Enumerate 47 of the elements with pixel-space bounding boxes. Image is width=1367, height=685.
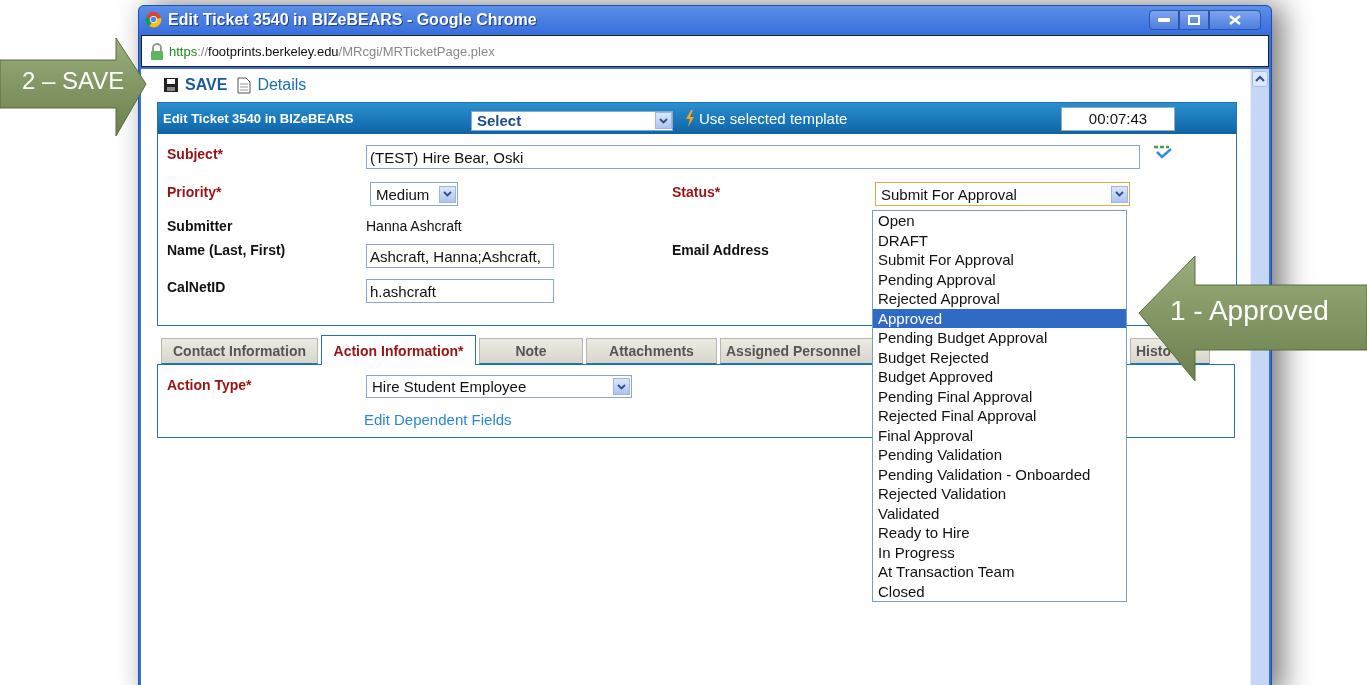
template-link[interactable]: Use selected template — [699, 110, 848, 127]
tab[interactable]: Attachments — [586, 338, 717, 364]
tab[interactable]: Contact Information — [161, 338, 318, 364]
lightning-icon — [685, 110, 695, 127]
template-select[interactable]: Select — [471, 110, 673, 131]
window-title: Edit Ticket 3540 in BIZeBEARS - Google Chrome — [168, 10, 538, 29]
field-label: Priority* — [167, 183, 223, 200]
field-label: Name (Last, First) — [167, 241, 287, 258]
maximize-icon — [1188, 14, 1200, 25]
url-text[interactable]: https://footprints.berkeley.edu/MRcgi/MRTicketPage.plex — [169, 43, 495, 59]
submitter-value: Hanna Ashcraft — [366, 217, 463, 234]
caret-icon — [439, 185, 456, 203]
tab[interactable]: Note — [479, 338, 583, 364]
callout-label: 1 - Approved — [1170, 295, 1329, 327]
subject-field[interactable]: (TEST) Hire Bear, Oski — [366, 145, 1140, 169]
status-select[interactable]: Submit For Approval — [875, 182, 1130, 206]
callout-label: 2 – SAVE — [22, 67, 125, 95]
caret-icon — [613, 378, 630, 395]
document-icon — [237, 76, 252, 94]
browser-logo-icon — [145, 11, 162, 28]
close-icon — [1229, 14, 1241, 25]
action-type-select[interactable]: Hire Student Employee — [366, 375, 632, 398]
caret-icon — [1111, 185, 1128, 203]
name-field[interactable]: Ashcraft, Hanna;Ashcraft, — [366, 244, 554, 268]
edit-fields-link[interactable]: Edit Dependent Fields — [364, 411, 512, 428]
maximize-button[interactable] — [1179, 9, 1209, 30]
spell-check-icon — [1152, 145, 1172, 159]
field-label: Submitter — [167, 217, 234, 234]
dropdown-option[interactable]: Approved — [873, 308, 1126, 328]
minimize-button[interactable] — [1149, 9, 1179, 30]
priority-select[interactable]: Medium — [370, 182, 458, 206]
field-label: Status* — [672, 183, 722, 200]
lock-icon — [150, 42, 164, 60]
caret-icon — [655, 112, 672, 129]
timer-field: 00:07:43 — [1061, 106, 1175, 131]
calnetid-field[interactable]: h.ashcraft — [366, 279, 554, 303]
field-label: Action Type* — [167, 376, 253, 393]
field-label: Subject* — [167, 145, 224, 162]
minimize-icon — [1158, 17, 1170, 22]
close-button[interactable] — [1209, 9, 1261, 30]
panel-title: Edit Ticket 3540 in BIZeBEARS — [163, 111, 355, 126]
field-label: Email Address — [672, 241, 770, 258]
tab[interactable]: Action Information* — [321, 335, 476, 365]
save-button[interactable]: SAVE — [163, 76, 228, 94]
details-link[interactable]: Details — [237, 76, 307, 94]
field-label: CalNetID — [167, 278, 227, 295]
scroll-up-icon[interactable] — [1252, 71, 1268, 87]
